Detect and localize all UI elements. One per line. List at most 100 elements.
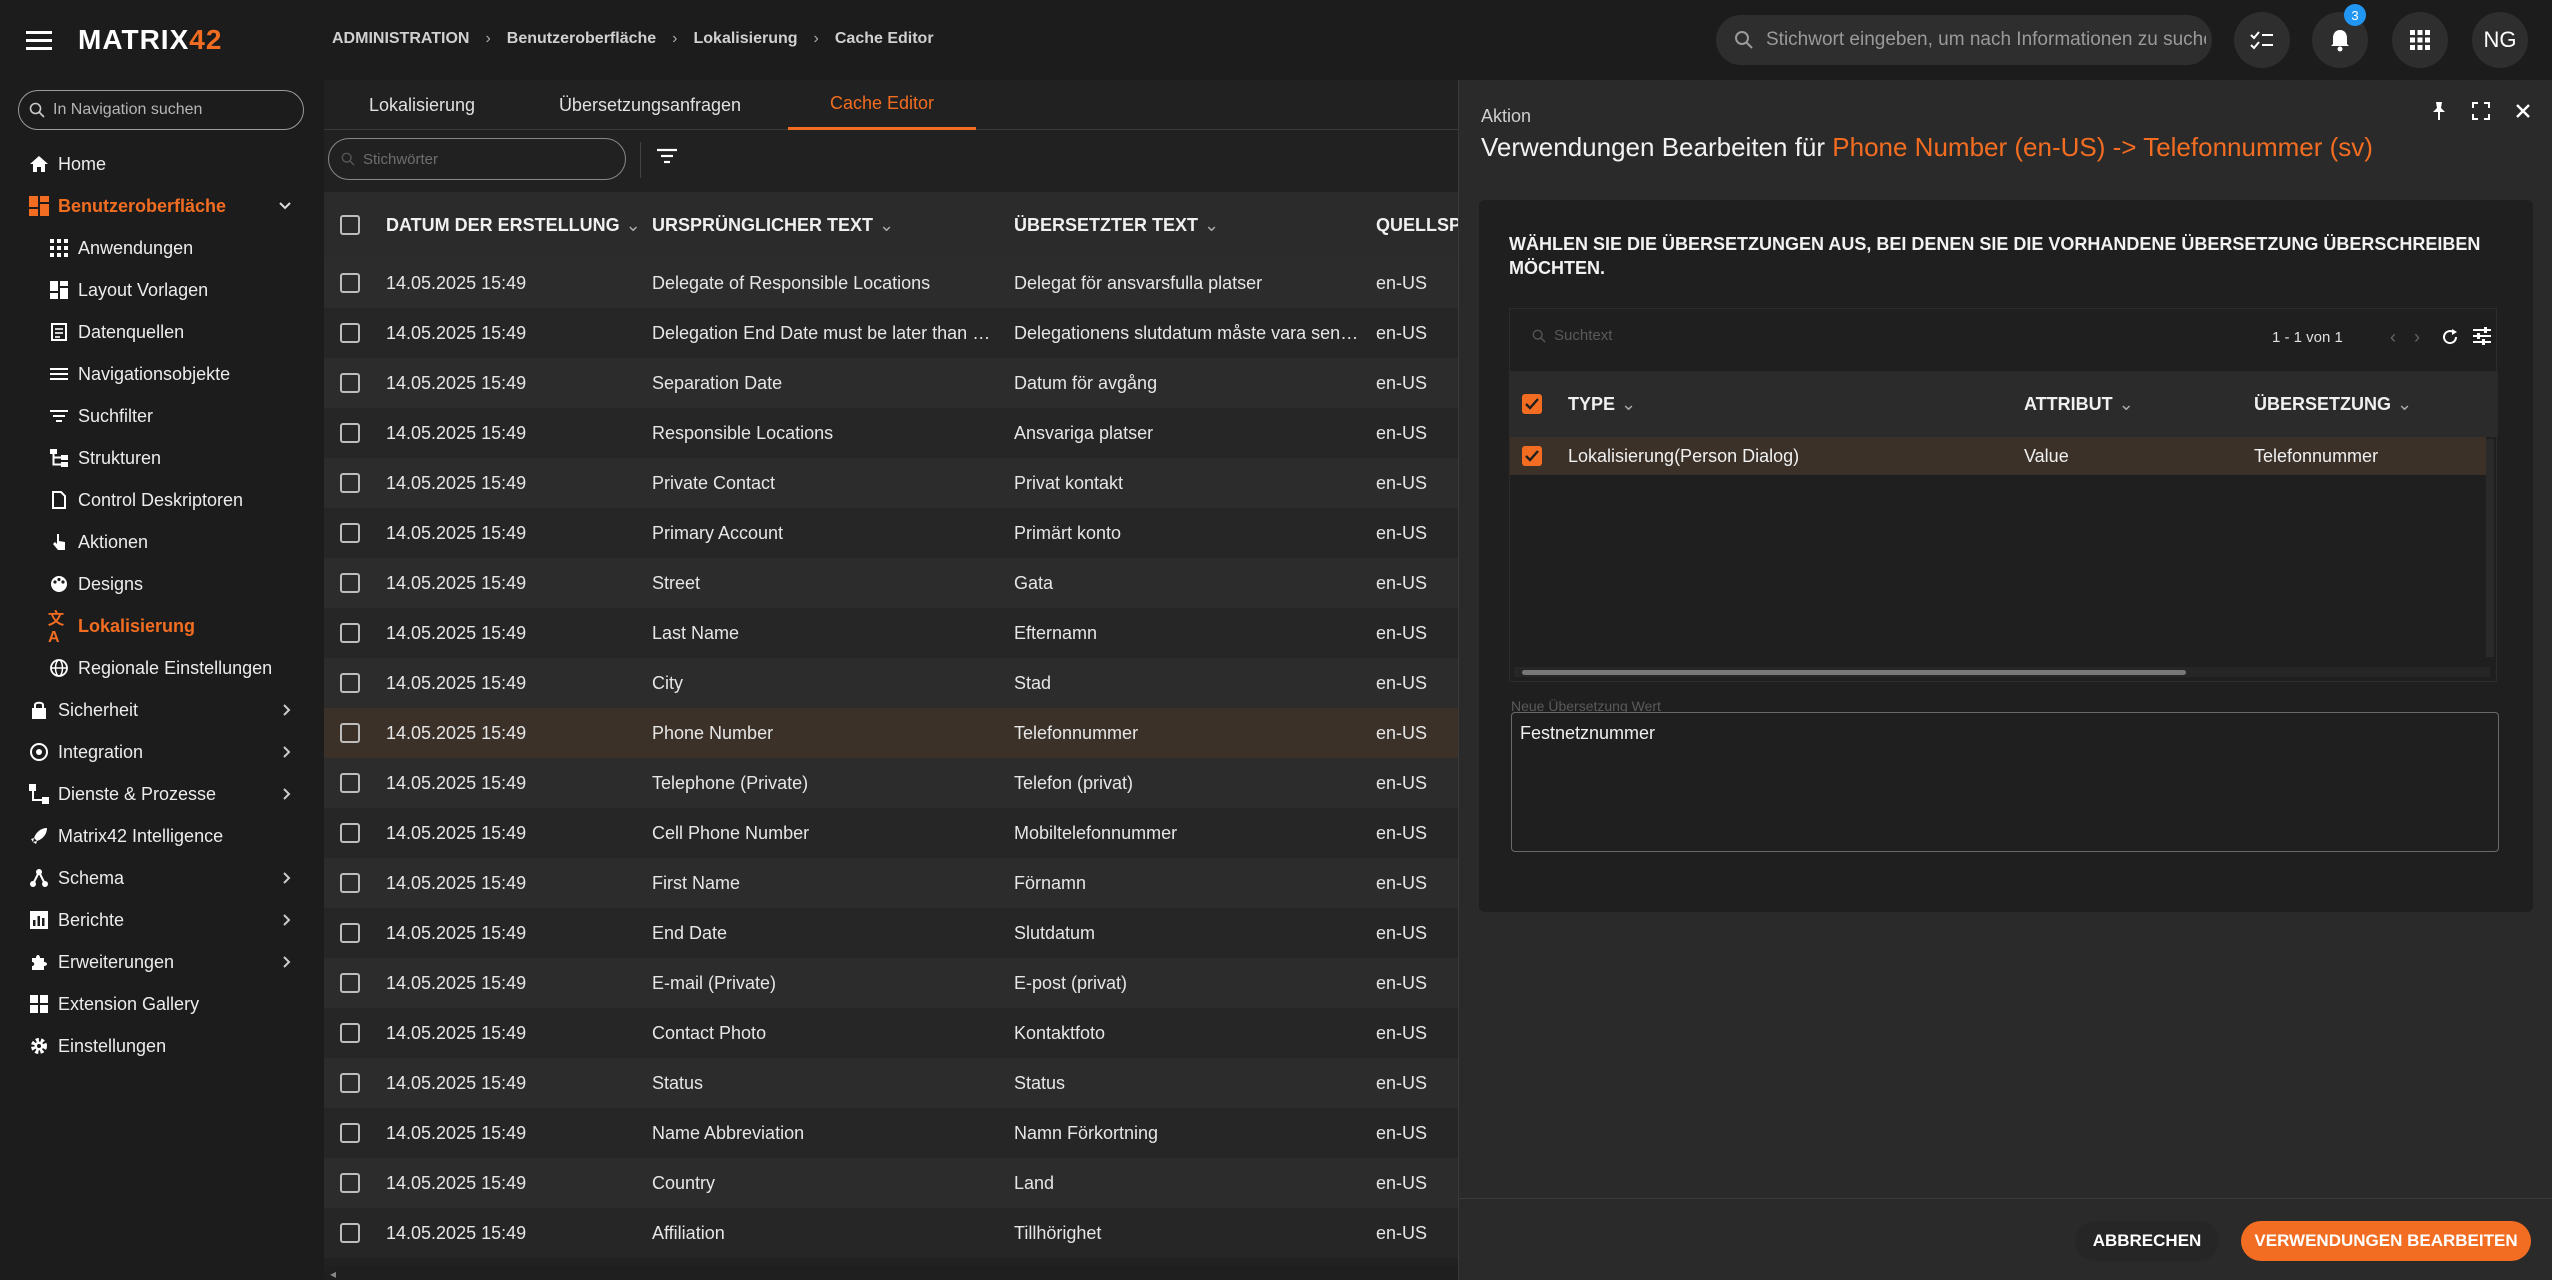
sidebar-item-erweiterungen[interactable]: Erweiterungen [0,942,324,982]
sidebar-item-matrix42-intelligence[interactable]: Matrix42 Intelligence [0,816,324,856]
table-row[interactable]: 14.05.2025 15:49 Last Name Efternamn en-US [324,608,1458,658]
usages-search-input[interactable] [1554,327,1754,344]
tab-cache-editor[interactable]: Cache Editor [788,80,976,130]
table-row[interactable]: 14.05.2025 15:49 Telephone (Private) Telef… [324,758,1458,808]
tab-lokalisierung[interactable]: Lokalisierung [324,80,520,130]
table-row[interactable]: 14.05.2025 15:49 Delegate of Responsible … [324,258,1458,308]
row-checkbox[interactable] [340,1073,360,1093]
chevron-left-icon[interactable]: ‹ [2390,327,2396,348]
breadcrumb-item[interactable]: Lokalisierung [694,30,798,48]
row-checkbox[interactable] [340,923,360,943]
row-checkbox[interactable] [340,1173,360,1193]
row-checkbox[interactable] [340,623,360,643]
row-checkbox[interactable] [340,1023,360,1043]
table-row[interactable]: 14.05.2025 15:49 Name Abbreviation Namn Fö… [324,1108,1458,1158]
sidebar-item-anwendungen[interactable]: Anwendungen [0,228,324,268]
sidebar-item-dienste-prozesse[interactable]: Dienste & Prozesse [0,774,324,814]
row-checkbox[interactable] [340,423,360,443]
sidebar-item-integration[interactable]: Integration [0,732,324,772]
table-row[interactable]: 14.05.2025 15:49 Delegation End Date must… [324,308,1458,358]
global-search-input[interactable] [1766,29,2206,51]
sidebar-item-einstellungen[interactable]: Einstellungen [0,1026,324,1066]
sidebar-item-regionale-einstellungen[interactable]: Regionale Einstellungen [0,648,324,688]
row-checkbox[interactable] [340,1223,360,1243]
table-row[interactable]: 14.05.2025 15:49 Affiliation Tillhörighet e… [324,1208,1458,1258]
sidebar-item-suchfilter[interactable]: Suchfilter [0,396,324,436]
table-row[interactable]: 14.05.2025 15:49 Contact Photo Kontaktfoto… [324,1008,1458,1058]
table-row[interactable]: 14.05.2025 15:49 Cell Phone Number Mobilte… [324,808,1458,858]
sidebar-item-designs[interactable]: Designs [0,564,324,604]
row-checkbox[interactable] [340,1123,360,1143]
column-header-uebersetzter-text[interactable]: ÜBERSETZTER TEXT ⌄ [1014,214,1219,236]
app-logo[interactable]: MATRIX42 [78,24,222,56]
scrollbar-thumb[interactable] [1522,670,2186,675]
chevron-right-icon[interactable]: › [2414,327,2420,348]
notifications-button[interactable]: 3 [2312,4,2368,68]
sidebar-item-extension-gallery[interactable]: Extension Gallery [0,984,324,1024]
column-settings-icon[interactable] [2472,327,2492,345]
sidebar-item-datenquellen[interactable]: Datenquellen [0,312,324,352]
sidebar-item-home[interactable]: Home [0,144,324,184]
filter-button[interactable] [656,148,678,164]
cancel-button[interactable]: ABBRECHEN [2075,1221,2219,1261]
table-row[interactable]: 14.05.2025 15:49 Street Gata en-US [324,558,1458,608]
usage-row[interactable]: Lokalisierung(Person Dialog) Value Telef… [1510,437,2486,475]
row-checkbox[interactable] [340,273,360,293]
tasks-button[interactable] [2234,12,2290,68]
row-checkbox[interactable] [340,973,360,993]
sidebar-item-control-deskriptoren[interactable]: Control Deskriptoren [0,480,324,520]
table-row[interactable]: 14.05.2025 15:49 Responsible Locations Ans… [324,408,1458,458]
sidebar-item-berichte[interactable]: Berichte [0,900,324,940]
row-checkbox[interactable] [340,823,360,843]
apps-button[interactable] [2392,12,2448,68]
horizontal-scrollbar[interactable] [1514,667,2490,677]
tab-uebersetzungsanfragen[interactable]: Übersetzungsanfragen [520,80,780,130]
row-checkbox[interactable] [340,573,360,593]
keyword-search-input[interactable] [363,150,613,168]
nav-search-input[interactable] [53,101,293,119]
pin-icon[interactable] [2428,100,2450,122]
table-row[interactable]: 14.05.2025 15:49 Private Contact Privat ko… [324,458,1458,508]
column-header-datum[interactable]: DATUM DER ERSTELLUNG ⌄ [386,214,641,236]
column-header-urspruenglicher-text[interactable]: URSPRÜNGLICHER TEXT ⌄ [652,214,894,236]
table-row[interactable]: 14.05.2025 15:49 Primary Account Primärt k… [324,508,1458,558]
menu-icon[interactable] [26,28,52,52]
table-row[interactable]: 14.05.2025 15:49 End Date Slutdatum en-US [324,908,1458,958]
select-all-usages-checkbox[interactable] [1522,394,1542,414]
new-value-textarea[interactable] [1520,723,2480,841]
sidebar-item-aktionen[interactable]: Aktionen [0,522,324,562]
close-icon[interactable] [2512,100,2534,122]
table-row[interactable]: 14.05.2025 15:49 E-mail (Private) E-post (… [324,958,1458,1008]
table-row[interactable]: 14.05.2025 15:49 First Name Förnamn en-US [324,858,1458,908]
vertical-scrollbar[interactable] [2486,439,2494,657]
row-checkbox[interactable] [340,373,360,393]
row-checkbox[interactable] [340,523,360,543]
breadcrumb-item[interactable]: Benutzeroberfläche [507,30,656,48]
row-checkbox[interactable] [340,673,360,693]
sidebar-item-navigationsobjekte[interactable]: Navigationsobjekte [0,354,324,394]
column-header-type[interactable]: TYPE ⌄ [1568,393,1636,415]
row-checkbox[interactable] [340,773,360,793]
row-checkbox[interactable] [340,723,360,743]
column-header-uebersetzung[interactable]: ÜBERSETZUNG ⌄ [2254,393,2412,415]
maximize-icon[interactable] [2470,100,2492,122]
column-header-attribut[interactable]: ATTRIBUT ⌄ [2024,393,2134,415]
horizontal-scrollbar[interactable]: ◂ [324,1266,1458,1280]
edit-usages-button[interactable]: VERWENDUNGEN BEARBEITEN [2241,1221,2531,1261]
usage-row-checkbox[interactable] [1522,446,1542,466]
row-checkbox[interactable] [340,873,360,893]
sidebar-item-strukturen[interactable]: Strukturen [0,438,324,478]
sidebar-item-layout-vorlagen[interactable]: Layout Vorlagen [0,270,324,310]
table-row[interactable]: 14.05.2025 15:49 Separation Date Datum för… [324,358,1458,408]
row-checkbox[interactable] [340,473,360,493]
select-all-checkbox[interactable] [340,215,360,235]
table-row[interactable]: 14.05.2025 15:49 Phone Number Telefonnumme… [324,708,1458,758]
avatar[interactable]: NG [2472,12,2528,68]
table-row[interactable]: 14.05.2025 15:49 Status Status en-US [324,1058,1458,1108]
sidebar-item-sicherheit[interactable]: Sicherheit [0,690,324,730]
row-checkbox[interactable] [340,323,360,343]
scroll-left-icon[interactable]: ◂ [330,1267,336,1280]
sidebar-item-lokalisierung[interactable]: 文A Lokalisierung [0,606,324,646]
refresh-icon[interactable] [2440,327,2460,347]
breadcrumb-item[interactable]: ADMINISTRATION [332,30,469,48]
